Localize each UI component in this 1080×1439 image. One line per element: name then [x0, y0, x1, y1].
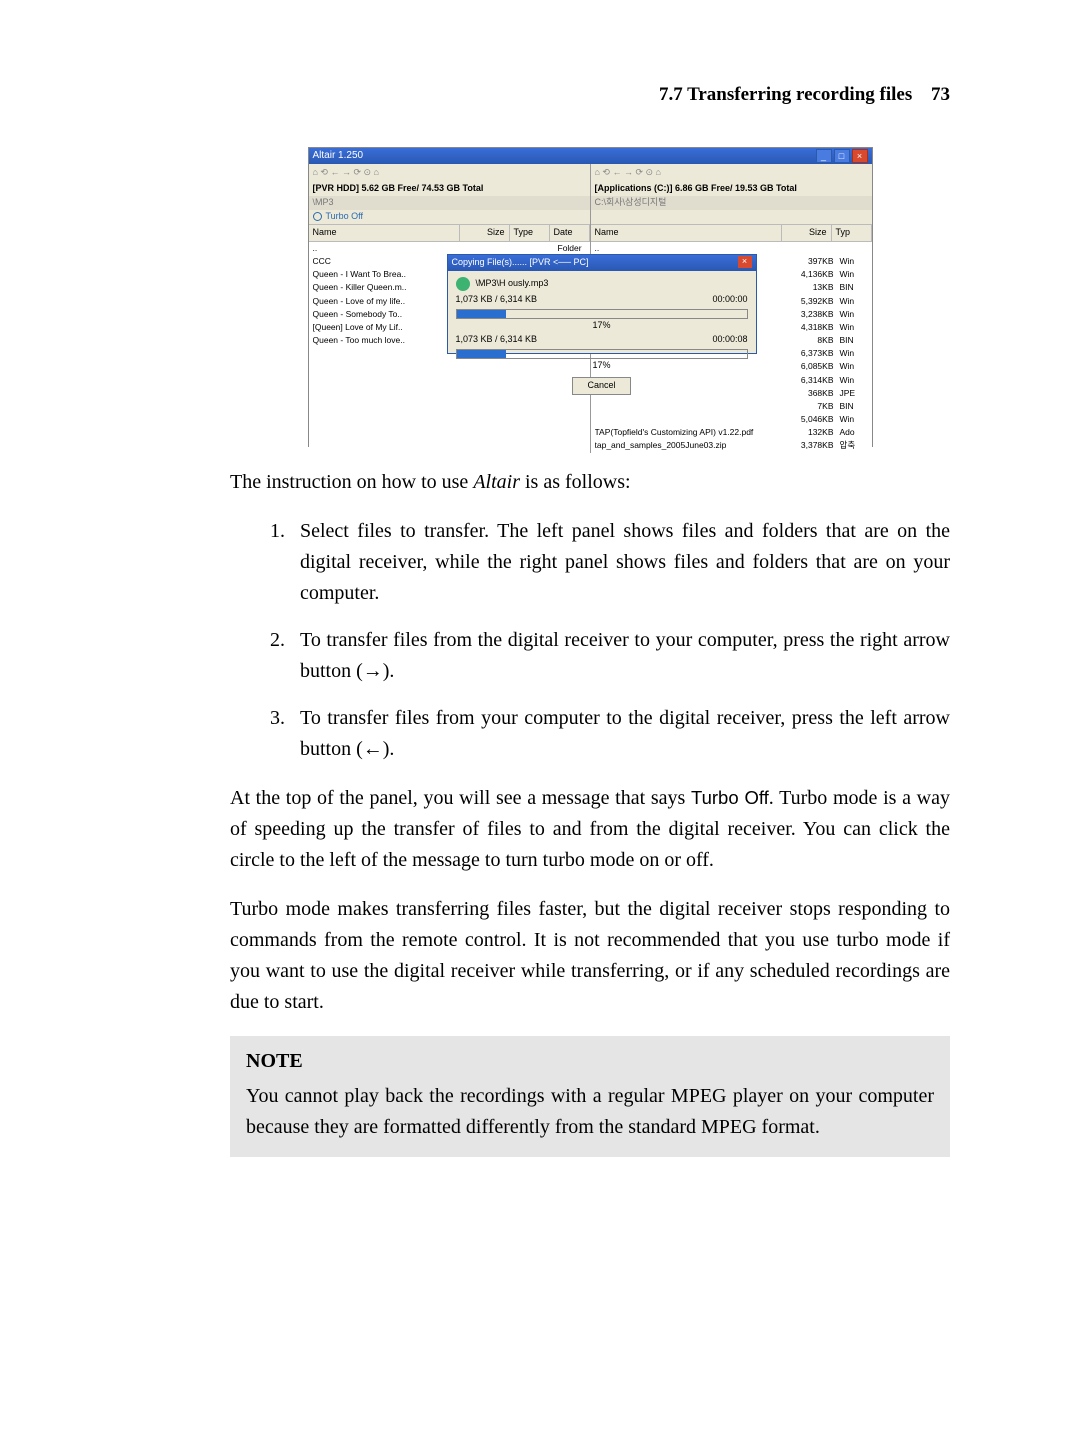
progress-bar-1 [456, 309, 748, 319]
page-number: 73 [931, 84, 950, 105]
left-table-header: Name Size Type Date [309, 224, 590, 242]
altair-window: Altair 1.250 _ □ × ⌂ ⟲ ← → ⟳ ⊙ ⌂ [PVR HD… [308, 147, 873, 447]
right-info: [Applications (C:)] 6.86 GB Free/ 19.53 … [591, 182, 872, 196]
maximize-button[interactable]: □ [834, 149, 850, 163]
col-type[interactable]: Type [510, 225, 550, 241]
page-header: 7.7 Transferring recording files 73 [230, 80, 950, 109]
col-size[interactable]: Size [782, 225, 832, 241]
note-box: NOTE You cannot play back the recordings… [230, 1036, 950, 1157]
right-table-header: Name Size Typ [591, 224, 872, 242]
turbo-circle-icon[interactable] [313, 212, 322, 221]
copy-icon [456, 277, 470, 291]
col-name[interactable]: Name [309, 225, 460, 241]
turbo-paragraph-1: At the top of the panel, you will see a … [230, 783, 950, 876]
col-type[interactable]: Typ [832, 225, 872, 241]
turbo-paragraph-2: Turbo mode makes transferring files fast… [230, 894, 950, 1018]
window-title: Altair 1.250 [313, 148, 364, 164]
turbo-label: Turbo Off [326, 210, 364, 224]
titlebar: Altair 1.250 _ □ × [309, 148, 872, 164]
cancel-button[interactable]: Cancel [572, 377, 630, 395]
note-body: You cannot play back the recordings with… [246, 1081, 934, 1143]
step-2: To transfer files from the digital recei… [270, 625, 950, 687]
step-1: Select files to transfer. The left panel… [270, 516, 950, 609]
copying-file: \MP3\H ously.mp3 [476, 277, 549, 291]
section-title: 7.7 Transferring recording files [659, 84, 912, 105]
window-controls: _ □ × [816, 149, 868, 163]
right-path: C:\회사\삼성디지털 [591, 196, 872, 210]
progress-bar-2 [456, 349, 748, 359]
close-button[interactable]: × [852, 149, 868, 163]
left-info: [PVR HDD] 5.62 GB Free/ 74.53 GB Total [309, 182, 590, 196]
intro-line: The instruction on how to use Altair is … [230, 467, 950, 498]
right-toolbar[interactable]: ⌂ ⟲ ← → ⟳ ⊙ ⌂ [591, 164, 872, 182]
col-name[interactable]: Name [591, 225, 782, 241]
step-3: To transfer files from your computer to … [270, 703, 950, 765]
dialog-close-icon[interactable]: × [738, 256, 752, 268]
col-size[interactable]: Size [460, 225, 510, 241]
note-heading: NOTE [246, 1046, 934, 1077]
instruction-list: Select files to transfer. The left panel… [270, 516, 950, 765]
turbo-toggle[interactable]: Turbo Off [309, 210, 590, 224]
copy-dialog: Copying File(s)...... [PVR <── PC] × \MP… [447, 254, 757, 354]
minimize-button[interactable]: _ [816, 149, 832, 163]
left-toolbar[interactable]: ⌂ ⟲ ← → ⟳ ⊙ ⌂ [309, 164, 590, 182]
dialog-title: Copying File(s)...... [PVR <── PC] × [448, 255, 756, 271]
col-date[interactable]: Date [550, 225, 590, 241]
left-path: \MP3 [309, 196, 590, 210]
